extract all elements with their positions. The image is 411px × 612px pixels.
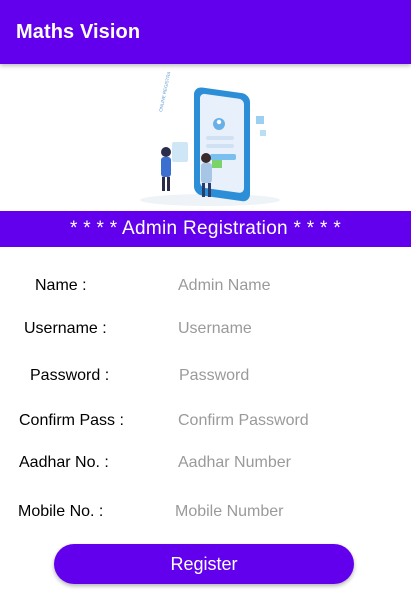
aadhar-number-input[interactable] (178, 449, 378, 477)
registration-illustration: ONLINE REGISTRATION (140, 72, 280, 206)
admin-name-input[interactable] (178, 272, 378, 300)
password-label: Password : (30, 367, 110, 384)
illustration-caption: ONLINE REGISTRATION (158, 72, 174, 112)
username-input[interactable] (178, 315, 378, 343)
mobile-number-input[interactable] (175, 498, 375, 526)
confirm-password-label: Confirm Pass : (19, 412, 124, 429)
mobile-label: Mobile No. : (18, 503, 104, 520)
register-button[interactable]: Register (54, 544, 354, 584)
admin-registration-banner: * * * * Admin Registration * * * * (0, 211, 411, 247)
confirm-password-input[interactable] (178, 407, 378, 435)
banner-text: * * * * Admin Registration * * * * (69, 218, 342, 239)
app-bar: Maths Vision (0, 0, 411, 64)
aadhar-label: Aadhar No. : (19, 454, 109, 471)
app-title: Maths Vision (16, 21, 141, 43)
person-left-figure (161, 147, 171, 191)
password-input[interactable] (179, 362, 379, 390)
username-label: Username : (24, 320, 107, 337)
name-label: Name : (35, 277, 87, 294)
